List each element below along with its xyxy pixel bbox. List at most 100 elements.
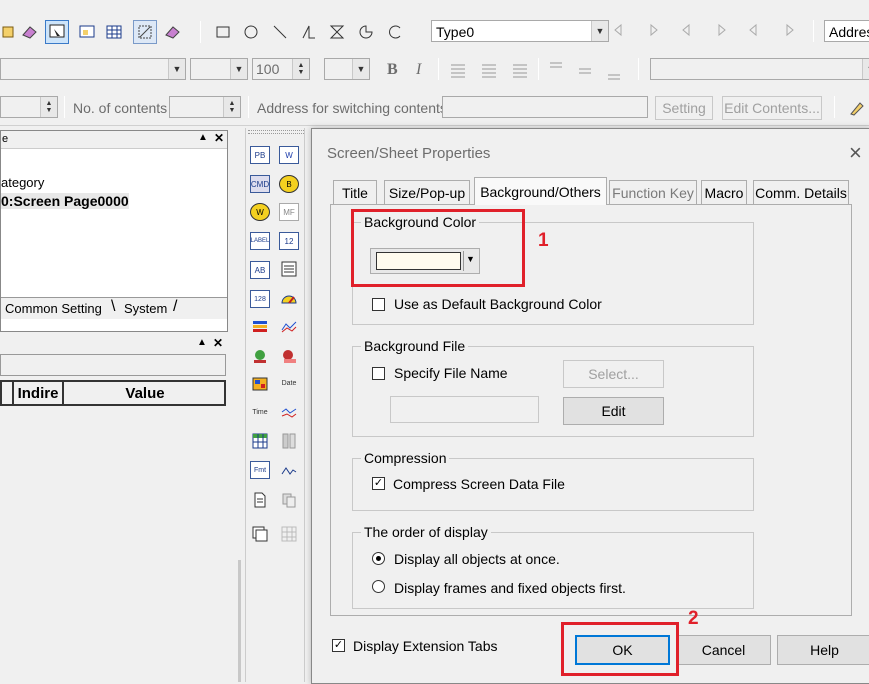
command-icon[interactable]: CMD <box>250 175 270 193</box>
line-chart-icon[interactable] <box>250 346 270 366</box>
align-center-icon[interactable] <box>479 60 499 80</box>
use-default-bg-checkbox[interactable] <box>372 298 385 311</box>
close-icon[interactable]: ✕ <box>213 336 223 350</box>
display-frames-first-radio[interactable] <box>372 580 385 593</box>
align-left-icon[interactable] <box>448 60 468 80</box>
tab-title[interactable]: Title <box>333 180 377 204</box>
display-order-group: The order of display <box>352 524 754 609</box>
list-icon[interactable] <box>279 259 299 279</box>
valign-bottom-icon[interactable] <box>604 62 624 82</box>
no-of-contents-stepper[interactable]: ▲ ▼ <box>169 96 241 118</box>
address-switching-field[interactable] <box>442 96 648 118</box>
numeric-input-icon[interactable]: 12 <box>279 232 299 250</box>
toolbar-separator <box>248 96 249 118</box>
file-name-field[interactable] <box>390 396 539 423</box>
historical-data-icon[interactable] <box>250 431 270 451</box>
format-display-icon[interactable]: Fmt <box>250 461 270 479</box>
tab-common-setting[interactable]: Common Setting <box>5 301 102 316</box>
select-button[interactable]: Select... <box>563 360 664 388</box>
address-combo-value: Addres <box>829 24 869 40</box>
italic-button[interactable]: I <box>416 61 421 79</box>
font-combo[interactable]: ▼ <box>0 58 186 80</box>
screen-page-item[interactable]: 0:Screen Page0000 <box>1 193 129 209</box>
type-combo[interactable]: Type0 ▼ <box>431 20 609 42</box>
sector-icon[interactable] <box>356 22 376 42</box>
eraser2-icon[interactable] <box>163 22 183 42</box>
grid-icon[interactable] <box>279 524 299 544</box>
zoom-stepper[interactable]: 100 ▲ ▼ <box>252 58 310 80</box>
parts-display-icon[interactable] <box>250 374 270 394</box>
help-button[interactable]: Help <box>777 635 869 665</box>
document-icon[interactable] <box>250 490 270 510</box>
bar-graph-icon[interactable] <box>250 317 270 337</box>
valign-top-icon[interactable] <box>546 58 566 78</box>
contents-stepper-1[interactable]: ▲ ▼ <box>0 96 58 118</box>
style-combo[interactable]: ▼ <box>650 58 869 80</box>
rectangle-icon[interactable] <box>213 22 233 42</box>
frame-left-icon <box>747 20 767 40</box>
bold-button[interactable]: B <box>387 61 398 79</box>
tab-function-key[interactable]: Function Key <box>609 180 697 204</box>
polygon-icon[interactable] <box>327 22 347 42</box>
dialog-title: Screen/Sheet Properties <box>327 145 491 162</box>
tab-divider: / <box>173 298 178 315</box>
compress-checkbox[interactable]: ✓ <box>372 477 385 490</box>
edit-contents-button[interactable]: Edit Contents... <box>722 96 822 120</box>
palette-grip[interactable] <box>248 130 304 134</box>
text-input-icon[interactable]: AB <box>250 261 270 279</box>
tab-comm-details[interactable]: Comm. Details <box>753 180 849 204</box>
copy-icon[interactable] <box>0 22 20 42</box>
compress-label: Compress Screen Data File <box>393 476 565 492</box>
tab-size-popup[interactable]: Size/Pop-up <box>384 180 470 204</box>
close-icon[interactable]: ✕ <box>214 131 224 145</box>
toolbar-separator <box>538 58 539 80</box>
eraser-icon[interactable] <box>20 22 40 42</box>
date-display-icon[interactable]: Date <box>279 374 299 392</box>
align-right-icon[interactable] <box>510 60 530 80</box>
arc-icon[interactable] <box>385 22 405 42</box>
circle-icon[interactable] <box>241 22 261 42</box>
font-size-combo[interactable]: ▼ <box>190 58 248 80</box>
time-display-icon[interactable]: Time <box>250 403 270 421</box>
brush-icon[interactable] <box>847 98 867 118</box>
display-all-radio[interactable] <box>372 552 385 565</box>
panel-meter-icon[interactable] <box>279 431 299 451</box>
word-lamp-icon[interactable]: W <box>250 203 270 221</box>
pin-icon[interactable]: ▲ <box>198 132 208 143</box>
table-icon[interactable] <box>104 22 124 42</box>
stacked-docs-icon[interactable] <box>279 490 299 510</box>
waveform-icon[interactable] <box>279 461 299 481</box>
setting-button[interactable]: Setting <box>655 96 713 120</box>
panel-splitter[interactable] <box>238 560 241 682</box>
tab-background-others[interactable]: Background/Others <box>474 177 607 205</box>
numeric-display-icon[interactable]: 128 <box>250 290 270 308</box>
line-icon[interactable] <box>270 22 290 42</box>
close-icon[interactable]: × <box>849 140 862 166</box>
polyline-icon[interactable] <box>299 22 319 42</box>
frame-icon[interactable] <box>77 22 97 42</box>
scatter-graph-icon[interactable] <box>279 403 299 423</box>
column-indirect[interactable]: Indire <box>12 382 64 404</box>
meter-icon[interactable] <box>279 288 299 308</box>
label-icon[interactable]: LABEL <box>250 232 270 250</box>
cancel-button[interactable]: Cancel <box>676 635 771 665</box>
pie-chart-icon[interactable] <box>279 346 299 366</box>
draw-mode-icon[interactable] <box>133 20 157 44</box>
column-value[interactable]: Value <box>66 382 224 404</box>
color-combo[interactable]: ▼ <box>324 58 370 80</box>
tab-macro[interactable]: Macro <box>701 180 747 204</box>
bit-lamp-icon[interactable]: B <box>279 175 299 193</box>
push-button-icon[interactable]: PB <box>250 146 270 164</box>
window-select-icon[interactable] <box>45 20 69 44</box>
address-combo[interactable]: Addres <box>824 20 869 42</box>
message-field-icon[interactable]: MF <box>279 203 299 221</box>
extension-tabs-checkbox[interactable]: ✓ <box>332 639 345 652</box>
specify-file-checkbox[interactable] <box>372 367 385 380</box>
valign-middle-icon[interactable] <box>575 60 595 80</box>
word-switch-icon[interactable]: W <box>279 146 299 164</box>
pin-icon[interactable]: ▲ <box>197 337 207 348</box>
edit-button[interactable]: Edit <box>563 397 664 425</box>
trend-graph-icon[interactable] <box>279 317 299 337</box>
tab-system[interactable]: System <box>124 301 167 316</box>
window-icon[interactable] <box>250 524 270 544</box>
